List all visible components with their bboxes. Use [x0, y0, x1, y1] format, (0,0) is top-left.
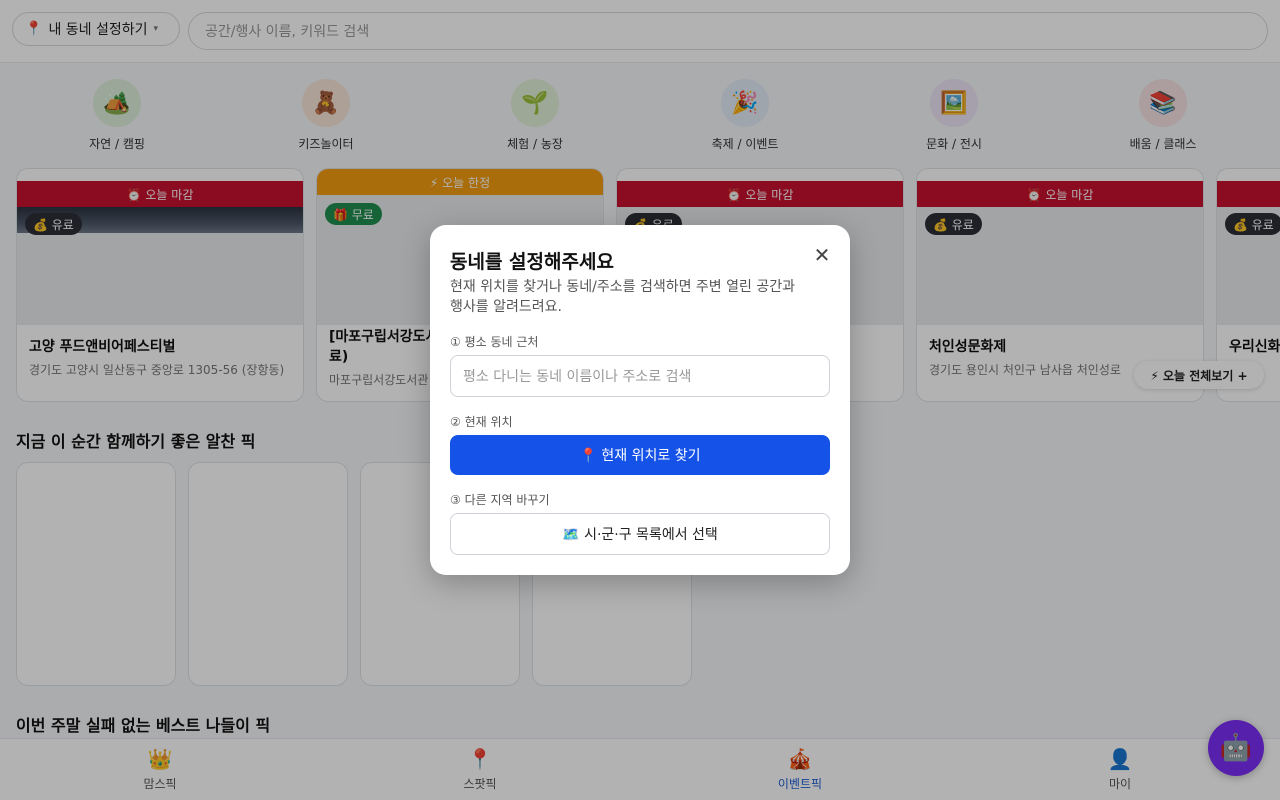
modal-description: 현재 위치를 찾거나 동네/주소를 검색하면 주변 열린 공간과 행사를 알려드…: [450, 279, 795, 315]
neighborhood-search-input[interactable]: 평소 다니는 동네 이름이나 주소로 검색: [450, 355, 830, 397]
step-change-region: ③ 다른 지역 바꾸기: [450, 493, 550, 507]
neighborhood-search-placeholder: 평소 다니는 동네 이름이나 주소로 검색: [463, 369, 692, 385]
location-setup-modal: 동네를 설정해주세요 ✕ 현재 위치를 찾거나 동네/주소를 검색하면 주변 열…: [430, 225, 850, 575]
close-icon[interactable]: ✕: [810, 243, 834, 267]
step-current-location: ② 현재 위치: [450, 415, 513, 429]
step-usual-neighborhood: ① 평소 동네 근처: [450, 335, 539, 349]
select-region-list-button[interactable]: 🗺️ 시·군·구 목록에서 선택: [450, 513, 830, 555]
modal-title: 동네를 설정해주세요: [450, 251, 614, 273]
find-current-location-button[interactable]: 📍 현재 위치로 찾기: [450, 435, 830, 475]
